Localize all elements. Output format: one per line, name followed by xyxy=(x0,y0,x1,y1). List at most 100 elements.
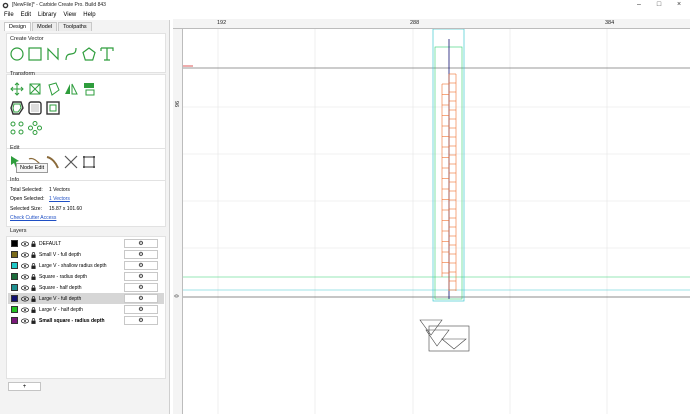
layer-settings-button[interactable]: ⚙ xyxy=(124,294,158,303)
eye-icon[interactable] xyxy=(21,263,29,269)
eye-icon[interactable] xyxy=(21,296,29,302)
layer-settings-button[interactable]: ⚙ xyxy=(124,261,158,270)
lock-icon[interactable] xyxy=(31,317,36,324)
layer-name: Large V - shallow radius depth xyxy=(39,262,107,269)
layer-row[interactable]: DEFAULT ⚙ xyxy=(8,238,164,249)
ruler-y-label: 0 xyxy=(174,294,181,298)
gear-icon: ⚙ xyxy=(138,241,144,247)
layer-color-swatch[interactable] xyxy=(11,251,18,258)
layer-color-swatch[interactable] xyxy=(11,317,18,324)
layer-row[interactable]: Small square - radius depth ⚙ xyxy=(8,315,164,326)
layer-name: Large V - half depth xyxy=(39,306,83,313)
gear-icon: ⚙ xyxy=(138,285,144,291)
tab-bar: Design Model Toolpaths xyxy=(4,22,93,31)
layer-name: Small square - radius depth xyxy=(39,317,105,324)
layer-color-swatch[interactable] xyxy=(11,262,18,269)
scale-icon[interactable] xyxy=(28,82,42,96)
layer-name: Square - radius depth xyxy=(39,273,88,280)
close-icon[interactable]: × xyxy=(670,0,688,10)
layer-name: Square - half depth xyxy=(39,284,82,291)
text-icon[interactable] xyxy=(100,47,114,61)
layer-color-swatch[interactable] xyxy=(11,284,18,291)
lock-icon[interactable] xyxy=(31,251,36,258)
layer-color-swatch[interactable] xyxy=(11,273,18,280)
app-icon xyxy=(2,2,9,8)
horizontal-ruler: 192 288 384 xyxy=(173,19,690,29)
layer-row[interactable]: Square - radius depth ⚙ xyxy=(8,271,164,282)
eye-icon[interactable] xyxy=(21,252,29,258)
mirror-icon[interactable] xyxy=(64,82,78,96)
layer-row[interactable]: Large V - full depth ⚙ xyxy=(8,293,164,304)
circle-icon[interactable] xyxy=(10,47,24,61)
menu-edit[interactable]: Edit xyxy=(21,12,31,18)
tab-toolpaths[interactable]: Toolpaths xyxy=(58,22,92,31)
open-selected-label: Open Selected: xyxy=(10,196,45,202)
open-selected-row: Open Selected: 1 Vectors xyxy=(10,196,70,202)
menu-library[interactable]: Library xyxy=(38,12,56,18)
ruler-x-label: 192 xyxy=(217,20,227,26)
polyline-icon[interactable] xyxy=(46,47,60,61)
join-icon[interactable] xyxy=(82,155,96,169)
eye-icon[interactable] xyxy=(21,307,29,313)
eye-icon[interactable] xyxy=(21,318,29,324)
lock-icon[interactable] xyxy=(31,295,36,302)
lock-icon[interactable] xyxy=(31,306,36,313)
layer-settings-button[interactable]: ⚙ xyxy=(124,283,158,292)
layer-color-swatch[interactable] xyxy=(11,240,18,247)
layer-row[interactable]: Small V - full depth ⚙ xyxy=(8,249,164,260)
curve-icon[interactable] xyxy=(64,47,78,61)
gear-icon: ⚙ xyxy=(138,307,144,313)
layer-row[interactable]: Large V - half depth ⚙ xyxy=(8,304,164,315)
window-title: [NewFile]* - Carbide Create Pro. Build 8… xyxy=(12,2,106,8)
menu-help[interactable]: Help xyxy=(83,12,95,18)
design-drawing[interactable] xyxy=(183,29,690,414)
move-icon[interactable] xyxy=(10,82,24,96)
layer-settings-button[interactable]: ⚙ xyxy=(124,250,158,259)
gear-icon: ⚙ xyxy=(138,274,144,280)
total-selected-label: Total Selected: xyxy=(10,187,43,193)
minimize-icon[interactable]: – xyxy=(630,0,648,10)
tab-model[interactable]: Model xyxy=(32,22,58,31)
cut-icon[interactable] xyxy=(64,155,78,169)
maximize-icon[interactable]: □ xyxy=(650,0,668,10)
layer-row[interactable]: Square - half depth ⚙ xyxy=(8,282,164,293)
array-icon[interactable] xyxy=(10,121,24,135)
lock-icon[interactable] xyxy=(31,284,36,291)
green-outline-rect xyxy=(434,46,463,300)
layer-settings-button[interactable]: ⚙ xyxy=(124,316,158,325)
layer-color-swatch[interactable] xyxy=(11,295,18,302)
create-vector-title: Create Vector xyxy=(10,36,44,42)
eye-icon[interactable] xyxy=(21,241,29,247)
selected-size-row: Selected Size: 15.87 x 101.60 xyxy=(10,206,82,212)
tab-icon[interactable] xyxy=(46,101,60,115)
layer-settings-button[interactable]: ⚙ xyxy=(124,239,158,248)
ruler-x-label: 384 xyxy=(605,20,615,26)
layers-list: DEFAULT ⚙ Small V - full depth ⚙ Large V - s… xyxy=(8,238,164,326)
menu-file[interactable]: File xyxy=(4,12,14,18)
open-selected-link[interactable]: 1 Vectors xyxy=(49,196,70,202)
add-layer-button[interactable]: + xyxy=(8,382,41,391)
check-cutter-access-link[interactable]: Check Cutter Access xyxy=(10,215,56,221)
offset-icon[interactable] xyxy=(10,101,24,115)
eye-icon[interactable] xyxy=(21,274,29,280)
layer-row[interactable]: Large V - shallow radius depth ⚙ xyxy=(8,260,164,271)
gear-icon: ⚙ xyxy=(138,318,144,324)
transform-tools-row-3 xyxy=(10,121,46,135)
layer-settings-button[interactable]: ⚙ xyxy=(124,305,158,314)
boolean-icon[interactable] xyxy=(28,101,42,115)
rectangle-icon[interactable] xyxy=(28,47,42,61)
rotate-icon[interactable] xyxy=(46,82,60,96)
layer-color-swatch[interactable] xyxy=(11,306,18,313)
align-icon[interactable] xyxy=(82,82,96,96)
layer-settings-button[interactable]: ⚙ xyxy=(124,272,158,281)
menu-view[interactable]: View xyxy=(63,12,76,18)
lock-icon[interactable] xyxy=(31,273,36,280)
lock-icon[interactable] xyxy=(31,240,36,247)
gear-icon: ⚙ xyxy=(138,263,144,269)
tab-design[interactable]: Design xyxy=(4,22,32,31)
circular-array-icon[interactable] xyxy=(28,121,42,135)
polygon-icon[interactable] xyxy=(82,47,96,61)
lock-icon[interactable] xyxy=(31,262,36,269)
design-canvas[interactable]: 192 288 384 96 0 xyxy=(173,19,690,414)
eye-icon[interactable] xyxy=(21,285,29,291)
